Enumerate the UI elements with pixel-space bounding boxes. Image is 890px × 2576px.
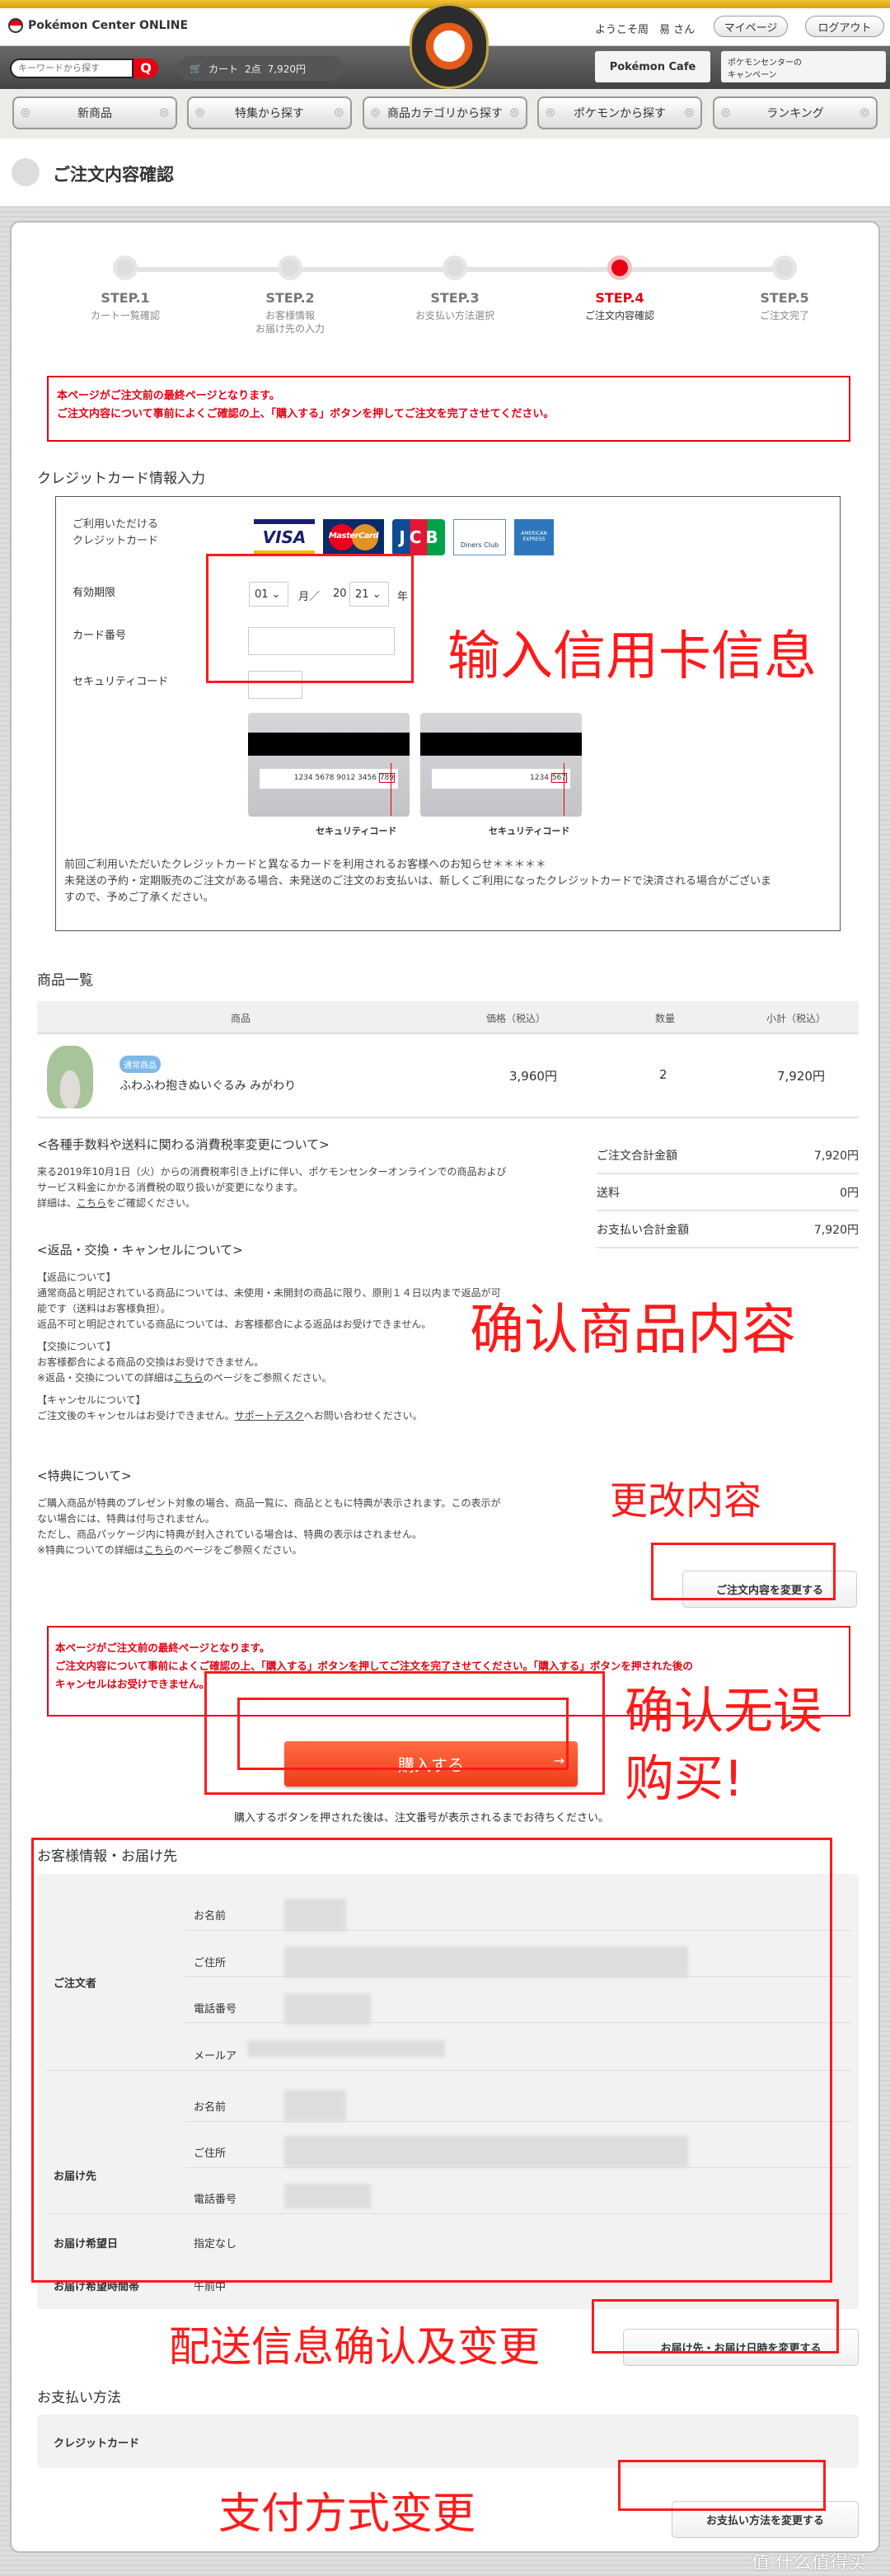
- card-brands: VISA MasterCard JCB Diners Club AMERICAN…: [254, 519, 554, 555]
- search-input[interactable]: [10, 59, 134, 78]
- pokeball-icon: [8, 18, 23, 33]
- amex-logo: AMERICAN EXPRESS: [514, 519, 554, 555]
- table-row: 通常商品 ふわふわ抱きぬいぐるみ みがわり 3,960円 2 7,920円: [37, 1036, 859, 1118]
- product-qty: 2: [659, 1067, 668, 1082]
- nav-ranking[interactable]: ランキング: [713, 96, 878, 129]
- products-heading: 商品一覧: [37, 972, 93, 989]
- diners-club-logo: Diners Club: [453, 519, 506, 555]
- annotation-card: 输入信用卡信息: [447, 626, 817, 687]
- annotation-box-delivery: [592, 2299, 839, 2354]
- exchange-details-link[interactable]: こちら: [174, 1372, 204, 1384]
- support-desk-link[interactable]: サポートデスク: [235, 1410, 304, 1421]
- final-page-notice: 本ページがご注文前の最終ページとなります。 ご注文内容について事前によくご確認の…: [47, 376, 850, 442]
- mastercard-text: MasterCard: [328, 532, 379, 541]
- product-image[interactable]: [47, 1046, 93, 1108]
- product-name[interactable]: ふわふわ抱きぬいぐるみ みがわり: [119, 1077, 296, 1094]
- nav-features[interactable]: 特集から探す: [187, 96, 352, 129]
- watermark: 值 什么值得买: [752, 2553, 866, 2574]
- purchase-note: 購入するボタンを押された後は、注文番号が表示されるまでお待ちください。: [234, 1812, 610, 1824]
- payment-method: クレジットカード: [54, 2438, 140, 2450]
- search-button[interactable]: Q: [134, 59, 158, 78]
- order-summary: ご注文合計金額 7,920円 送料 0円 お支払い合計金額 7,920円: [597, 1137, 859, 1248]
- step-2: STEP.2 お客様情報 お届け先の入力: [232, 255, 348, 335]
- amex-sample: 1234 567: [420, 713, 582, 817]
- annotation-box-change: [651, 1543, 836, 1600]
- pokemon-center-logo[interactable]: [410, 3, 489, 89]
- annotation-box-card: [206, 554, 414, 683]
- code-caption: セキュリティコード: [489, 826, 570, 836]
- site-logo[interactable]: Pokémon Center ONLINE: [8, 18, 188, 33]
- step-3: STEP.3 お支払い方法選択: [397, 255, 513, 322]
- mypage-button[interactable]: マイページ: [714, 16, 788, 37]
- mastercard-logo: MasterCard: [323, 519, 384, 555]
- annotation-payment: 支付方式变更: [218, 2489, 476, 2539]
- tax-notice: <各種手数料や送料に関わる消費税率変更について> 来る2019年10月1日（火）…: [37, 1137, 507, 1209]
- product-subtotal: 7,920円: [777, 1069, 825, 1084]
- annotation-box-payment: [618, 2460, 826, 2511]
- code-caption: セキュリティコード: [316, 826, 397, 836]
- accepted-cards-label: ご利用いただける クレジットカード: [73, 518, 159, 547]
- jcb-logo: JCB: [392, 519, 445, 555]
- bonus-details-link[interactable]: こちら: [144, 1544, 174, 1556]
- products-table-header: 商品 価格（税込） 数量 小計（税込）: [37, 1001, 859, 1034]
- annotation-buy-2: 购买!: [625, 1750, 744, 1808]
- logout-button[interactable]: ログアウト: [805, 16, 884, 37]
- visa-logo: VISA: [254, 519, 315, 555]
- cart-button[interactable]: 🛒 カート 2点 7,920円: [178, 56, 343, 81]
- nav-new-items[interactable]: 新商品: [12, 96, 177, 129]
- jcb-text: JCB: [399, 527, 443, 547]
- product-price: 3,960円: [509, 1069, 557, 1084]
- card-back-sample: 1234 5678 9012 3456 789: [248, 713, 410, 817]
- nav-by-pokemon[interactable]: ポケモンから探す: [537, 96, 702, 129]
- annotation-box-customer: [31, 1838, 832, 2283]
- campaign-banner[interactable]: ポケモンセンターの キャンペーン: [721, 51, 886, 82]
- annotation-box-purchase-inner: [237, 1698, 569, 1770]
- tax-details-link[interactable]: こちら: [77, 1197, 106, 1209]
- step-1: STEP.1 カート一覧確認: [68, 255, 183, 322]
- cart-icon: 🛒: [190, 63, 202, 74]
- pokeball-icon: [12, 158, 40, 186]
- annotation-delivery: 配送信息确认及变更: [169, 2323, 540, 2371]
- pokemon-cafe-banner[interactable]: Pokémon Cafe: [595, 51, 710, 82]
- expiry-label: 有効期限: [73, 587, 116, 599]
- welcome-text: ようこそ周 易 さん: [595, 24, 696, 36]
- search-icon: Q: [140, 60, 152, 76]
- step-5: STEP.5 ご注文完了: [727, 255, 842, 322]
- nav-categories[interactable]: 商品カテゴリから探す: [363, 96, 527, 129]
- annotation-change: 更改内容: [610, 1478, 761, 1523]
- step-4-current: STEP.4 ご注文内容確認: [562, 255, 677, 322]
- payment-heading: お支払い方法: [37, 2390, 121, 2406]
- annotation-products: 确认商品内容: [470, 1298, 796, 1361]
- product-badge: 通常商品: [119, 1056, 161, 1073]
- card-number-label: カード番号: [73, 630, 127, 642]
- page-title: ご注文内容確認: [53, 165, 174, 185]
- card-change-notice: 前回ご利用いただいたクレジットカードと異なるカードを利用されるお客様へのお知らせ…: [64, 859, 772, 904]
- security-code-label: セキュリティコード: [73, 676, 169, 688]
- page-title-bar: ご注文内容確認: [0, 138, 890, 206]
- credit-heading: クレジットカード情報入力: [37, 471, 205, 487]
- bonus-policy: <特典について> ご購入商品が特典のプレゼント対象の場合、商品一覧に、商品ととも…: [37, 1468, 501, 1556]
- annotation-buy-1: 确认无误: [625, 1683, 822, 1740]
